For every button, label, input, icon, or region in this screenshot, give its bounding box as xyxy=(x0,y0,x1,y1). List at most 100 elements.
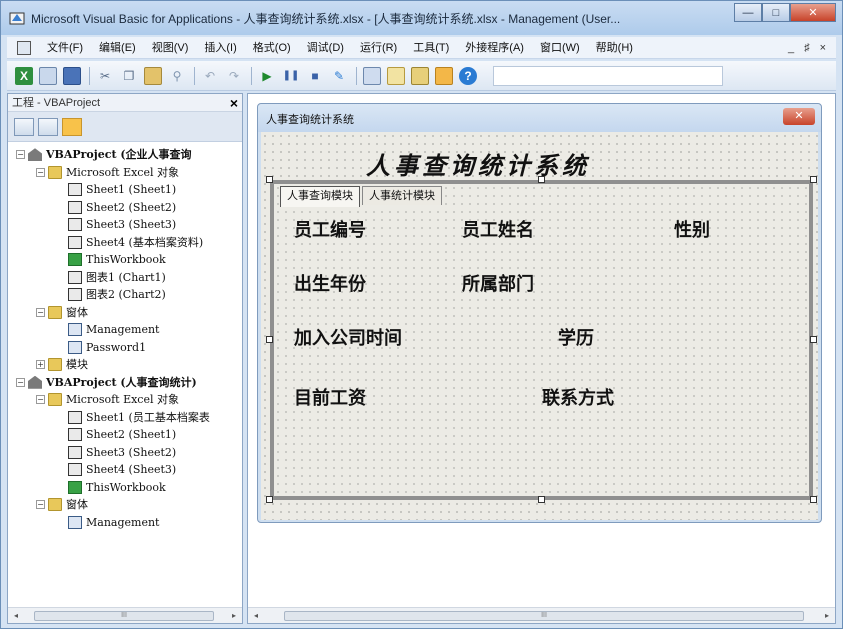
tree-node[interactable]: Sheet4 (基本档案资料) xyxy=(8,234,242,252)
design-mode-icon[interactable]: ✎ xyxy=(330,67,348,85)
view-object-icon[interactable] xyxy=(38,117,58,136)
cut-icon[interactable]: ✂ xyxy=(96,67,114,85)
designer-horizontal-scrollbar[interactable]: ◂ III ▸ xyxy=(248,607,835,623)
system-heading-label[interactable]: 人事查询统计系统 xyxy=(366,146,590,181)
tree-node[interactable]: Management xyxy=(8,321,242,339)
mdi-close-button[interactable]: × xyxy=(820,42,826,54)
gender-label[interactable]: 性别 xyxy=(674,216,710,242)
tree-node[interactable]: Sheet1 (员工基本档案表 xyxy=(8,409,242,427)
emp-name-label[interactable]: 员工姓名 xyxy=(462,216,534,242)
scroll-left-icon[interactable]: ◂ xyxy=(8,611,24,620)
undo-icon[interactable]: ↶ xyxy=(201,67,219,85)
menu-debug[interactable]: 调试(D) xyxy=(299,38,352,58)
userform-designer-window[interactable]: 人事查询统计系统 ✕ 人事查询统计系统 人事查询模块 人事统计模块 员工编号 员… xyxy=(257,103,822,523)
scroll-left-icon[interactable]: ◂ xyxy=(248,611,264,620)
tree-node[interactable]: Sheet3 (Sheet3) xyxy=(8,216,242,234)
scroll-right-icon[interactable]: ▸ xyxy=(226,611,242,620)
tab-query-module[interactable]: 人事查询模块 xyxy=(280,186,360,207)
redo-icon[interactable]: ↷ xyxy=(225,67,243,85)
tree-node[interactable]: Sheet1 (Sheet1) xyxy=(8,181,242,199)
resize-handle[interactable] xyxy=(810,496,817,503)
tree-node[interactable]: 图表1 (Chart1) xyxy=(8,269,242,287)
help-icon[interactable]: ? xyxy=(459,66,477,85)
tree-node[interactable]: ThisWorkbook xyxy=(8,479,242,497)
emp-id-label[interactable]: 员工编号 xyxy=(294,216,366,242)
resize-handle[interactable] xyxy=(538,496,545,503)
userform-canvas[interactable]: 人事查询统计系统 人事查询模块 人事统计模块 员工编号 员工姓名 性别 出生年份… xyxy=(261,132,818,520)
scroll-thumb[interactable]: III xyxy=(34,610,214,621)
birth-year-label[interactable]: 出生年份 xyxy=(294,270,366,296)
multipage-control[interactable]: 人事查询模块 人事统计模块 员工编号 员工姓名 性别 出生年份 所属部门 加入公… xyxy=(270,180,813,500)
close-button[interactable]: ✕ xyxy=(790,3,836,22)
tree-node[interactable]: − Microsoft Excel 对象 xyxy=(8,391,242,409)
collapse-icon[interactable]: − xyxy=(36,500,45,510)
toolbox-icon[interactable] xyxy=(435,66,453,85)
tree-node[interactable]: − 窗体 xyxy=(8,496,242,514)
tree-node[interactable]: Sheet2 (Sheet1) xyxy=(8,426,242,444)
collapse-icon[interactable]: − xyxy=(36,167,45,177)
save-icon[interactable] xyxy=(63,66,81,85)
menu-edit[interactable]: 编辑(E) xyxy=(91,38,144,58)
toggle-folders-icon[interactable] xyxy=(62,117,82,136)
mdi-minimize-button[interactable]: _ xyxy=(788,42,794,54)
tree-node[interactable]: + 模块 xyxy=(8,356,242,374)
resize-handle[interactable] xyxy=(266,176,273,183)
break-icon[interactable]: ❚❚ xyxy=(282,67,300,85)
menu-view[interactable]: 视图(V) xyxy=(144,38,197,58)
maximize-button[interactable]: □ xyxy=(762,3,790,22)
tree-node[interactable]: − VBAProject (企业人事查询 xyxy=(8,146,242,164)
scroll-thumb[interactable]: III xyxy=(284,610,804,621)
find-icon[interactable]: ⚲ xyxy=(168,67,186,85)
menu-run[interactable]: 运行(R) xyxy=(352,38,405,58)
tree-node[interactable]: − 窗体 xyxy=(8,304,242,322)
paste-icon[interactable] xyxy=(144,66,162,85)
menu-file[interactable]: 文件(F) xyxy=(39,38,91,58)
resize-handle[interactable] xyxy=(810,176,817,183)
tree-node[interactable]: ThisWorkbook xyxy=(8,251,242,269)
tree-node[interactable]: 图表2 (Chart2) xyxy=(8,286,242,304)
tree-node[interactable]: Sheet2 (Sheet2) xyxy=(8,199,242,217)
close-icon[interactable]: × xyxy=(230,94,238,112)
tree-node[interactable]: Sheet3 (Sheet2) xyxy=(8,444,242,462)
reset-icon[interactable]: ■ xyxy=(306,67,324,85)
title-bar[interactable]: Microsoft Visual Basic for Applications … xyxy=(1,1,842,35)
tree-node[interactable]: Sheet4 (Sheet3) xyxy=(8,461,242,479)
object-browser-icon[interactable] xyxy=(411,66,429,85)
menu-format[interactable]: 格式(O) xyxy=(245,38,299,58)
tree-node[interactable]: − Microsoft Excel 对象 xyxy=(8,164,242,182)
document-icon[interactable] xyxy=(17,40,31,55)
scroll-right-icon[interactable]: ▸ xyxy=(819,611,835,620)
resize-handle[interactable] xyxy=(266,496,273,503)
menu-addins[interactable]: 外接程序(A) xyxy=(457,38,532,58)
tree-node[interactable]: Password1 xyxy=(8,339,242,357)
contact-label[interactable]: 联系方式 xyxy=(542,384,614,410)
salary-label[interactable]: 目前工资 xyxy=(294,384,366,410)
collapse-icon[interactable]: − xyxy=(16,377,25,387)
menu-insert[interactable]: 插入(I) xyxy=(196,38,244,58)
run-icon[interactable]: ▶ xyxy=(258,67,276,85)
menu-help[interactable]: 帮助(H) xyxy=(588,38,641,58)
menu-window[interactable]: 窗口(W) xyxy=(532,38,588,58)
userform-title-bar[interactable]: 人事查询统计系统 ✕ xyxy=(258,104,821,132)
project-horizontal-scrollbar[interactable]: ◂ III ▸ xyxy=(8,607,242,623)
minimize-button[interactable]: — xyxy=(734,3,762,22)
resize-handle[interactable] xyxy=(266,336,273,343)
copy-icon[interactable]: ❐ xyxy=(120,67,138,85)
project-explorer-icon[interactable] xyxy=(363,66,381,85)
expand-icon[interactable]: + xyxy=(36,360,45,370)
properties-icon[interactable] xyxy=(387,66,405,85)
tab-stats-module[interactable]: 人事统计模块 xyxy=(362,186,442,205)
tree-node[interactable]: − VBAProject (人事查询统计) xyxy=(8,374,242,392)
excel-icon[interactable]: X xyxy=(15,66,33,85)
collapse-icon[interactable]: − xyxy=(36,307,45,317)
collapse-icon[interactable]: − xyxy=(36,395,45,405)
view-code-icon[interactable] xyxy=(14,117,34,136)
collapse-icon[interactable]: − xyxy=(16,150,25,160)
join-date-label[interactable]: 加入公司时间 xyxy=(294,324,402,350)
userform-close-button[interactable]: ✕ xyxy=(783,108,815,125)
education-label[interactable]: 学历 xyxy=(558,324,594,350)
resize-handle[interactable] xyxy=(810,336,817,343)
resize-handle[interactable] xyxy=(538,176,545,183)
insert-form-icon[interactable] xyxy=(39,66,57,85)
tree-node[interactable]: Management xyxy=(8,514,242,532)
